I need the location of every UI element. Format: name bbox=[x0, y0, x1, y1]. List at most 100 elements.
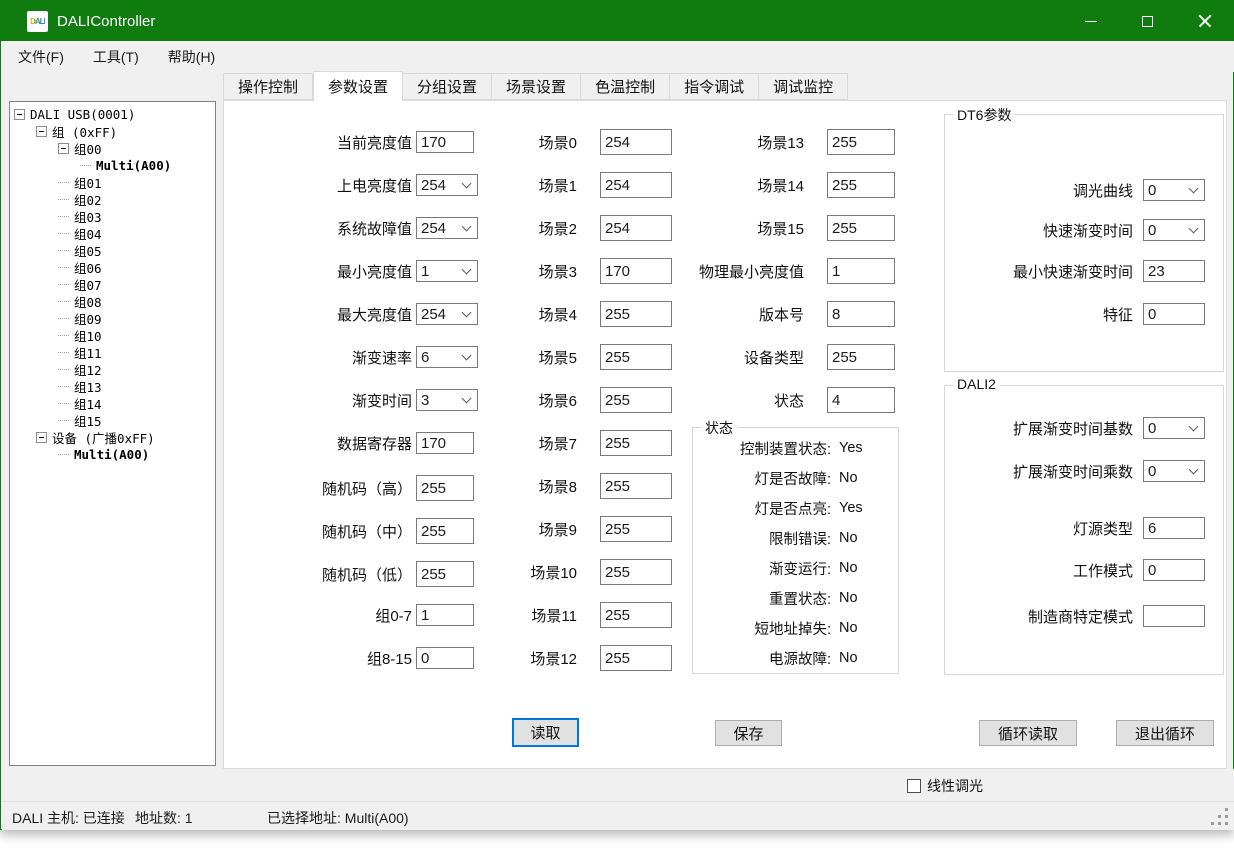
scene-11-input[interactable] bbox=[600, 602, 672, 628]
tree-connector bbox=[58, 352, 69, 353]
tree-item-group03[interactable]: 组03 bbox=[10, 208, 215, 225]
field-label: 场景13 bbox=[624, 132, 804, 153]
field-label: 场景1 bbox=[447, 175, 577, 196]
tree-item-group13[interactable]: 组13 bbox=[10, 378, 215, 395]
field-label: 版本号 bbox=[624, 304, 804, 325]
tree-connector bbox=[58, 233, 69, 234]
tree-item-group11[interactable]: 组11 bbox=[10, 344, 215, 361]
tree-item-label: 设备 (广播0xFF) bbox=[52, 428, 155, 447]
menu-help[interactable]: 帮助(H) bbox=[155, 42, 228, 72]
collapse-icon[interactable] bbox=[36, 126, 47, 137]
extended-fade-time-base-select[interactable]: 0 bbox=[1143, 417, 1205, 439]
tab-parameter-settings[interactable]: 参数设置 bbox=[313, 71, 403, 101]
scene-12-input[interactable] bbox=[600, 645, 672, 671]
field-label: 扩展渐变时间乘数 bbox=[945, 461, 1133, 482]
dali2-groupbox-title: DALI2 bbox=[953, 376, 1000, 392]
extended-fade-time-multiplier-select[interactable]: 0 bbox=[1143, 460, 1205, 482]
tree-item-group07[interactable]: 组07 bbox=[10, 276, 215, 293]
tree-item-group12[interactable]: 组12 bbox=[10, 361, 215, 378]
titlebar: DALI DALIController bbox=[1, 1, 1233, 41]
scene-15-input[interactable] bbox=[827, 215, 895, 241]
fade-running-value: No bbox=[839, 560, 858, 576]
scene-7-input[interactable] bbox=[600, 430, 672, 456]
tree-item-device-broadcast[interactable]: 设备 (广播0xFF) bbox=[10, 429, 215, 446]
scene-8-input[interactable] bbox=[600, 473, 672, 499]
features-input[interactable] bbox=[1143, 303, 1205, 325]
close-button[interactable] bbox=[1176, 1, 1233, 41]
tree-item-group08[interactable]: 组08 bbox=[10, 293, 215, 310]
maximize-button[interactable] bbox=[1119, 1, 1176, 41]
collapse-icon[interactable] bbox=[14, 109, 25, 120]
field-label: 当前亮度值 bbox=[224, 132, 412, 153]
light-source-type-input[interactable] bbox=[1143, 517, 1205, 539]
resize-grip[interactable] bbox=[1225, 822, 1228, 825]
scene-13-input[interactable] bbox=[827, 129, 895, 155]
field-label: 场景7 bbox=[447, 433, 577, 454]
version-input[interactable] bbox=[827, 301, 895, 327]
status-label: 重置状态: bbox=[693, 588, 831, 609]
tree-item-group09[interactable]: 组09 bbox=[10, 310, 215, 327]
menu-tools[interactable]: 工具(T) bbox=[80, 42, 152, 72]
collapse-icon[interactable] bbox=[36, 432, 47, 443]
minimize-button[interactable] bbox=[1062, 1, 1119, 41]
tab-command-debug[interactable]: 指令调试 bbox=[670, 73, 759, 100]
exit-loop-button[interactable]: 退出循环 bbox=[1116, 720, 1214, 746]
field-label: 场景4 bbox=[447, 304, 577, 325]
physical-min-level-input[interactable] bbox=[827, 258, 895, 284]
tree-item-group14[interactable]: 组14 bbox=[10, 395, 215, 412]
status-input[interactable] bbox=[827, 387, 895, 413]
field-label: 场景10 bbox=[447, 562, 577, 583]
read-button[interactable]: 读取 bbox=[512, 718, 579, 747]
tree-item-group06[interactable]: 组06 bbox=[10, 259, 215, 276]
tree-item-group04[interactable]: 组04 bbox=[10, 225, 215, 242]
minimize-icon bbox=[1085, 21, 1097, 22]
min-fast-fade-time-input[interactable] bbox=[1143, 260, 1205, 282]
field-label: 场景8 bbox=[447, 476, 577, 497]
tree-item-multi-a00[interactable]: Multi(A00) bbox=[10, 157, 215, 174]
tree-item-multi-a00-2[interactable]: Multi(A00) bbox=[10, 446, 215, 463]
tree-item-group02[interactable]: 组02 bbox=[10, 191, 215, 208]
operating-mode-input[interactable] bbox=[1143, 559, 1205, 581]
tree-item-group15[interactable]: 组15 bbox=[10, 412, 215, 429]
tree-item-group-root[interactable]: 组 (0xFF) bbox=[10, 123, 215, 140]
dimming-curve-select[interactable]: 0 bbox=[1143, 179, 1205, 201]
manufacturer-mode-input[interactable] bbox=[1143, 605, 1205, 627]
status-label: 控制装置状态: bbox=[693, 438, 831, 459]
scene-9-input[interactable] bbox=[600, 516, 672, 542]
field-label: 渐变速率 bbox=[224, 347, 412, 368]
save-button[interactable]: 保存 bbox=[715, 720, 782, 746]
app-icon: DALI bbox=[27, 11, 48, 32]
close-icon bbox=[1198, 14, 1212, 28]
lamp-on-value: Yes bbox=[839, 500, 863, 516]
window-title: DALIController bbox=[57, 13, 155, 30]
collapse-icon[interactable] bbox=[58, 143, 69, 154]
tree-item-group00[interactable]: 组00 bbox=[10, 140, 215, 157]
status-label: 灯是否点亮: bbox=[693, 498, 831, 519]
field-label: 渐变时间 bbox=[224, 390, 412, 411]
tab-debug-monitor[interactable]: 调试监控 bbox=[759, 73, 848, 100]
selected-address-text: 已选择地址: Multi(A00) bbox=[267, 808, 409, 828]
fast-fade-time-select[interactable]: 0 bbox=[1143, 219, 1205, 241]
scene-14-input[interactable] bbox=[827, 172, 895, 198]
scene-10-input[interactable] bbox=[600, 559, 672, 585]
linear-dimming-checkbox[interactable] bbox=[907, 779, 921, 793]
tree-item-group01[interactable]: 组01 bbox=[10, 174, 215, 191]
field-label: 场景15 bbox=[624, 218, 804, 239]
linear-dimming-label: 线性调光 bbox=[927, 776, 983, 796]
tab-color-temp-control[interactable]: 色温控制 bbox=[581, 73, 670, 100]
tabstrip: 操作控制 参数设置 分组设置 场景设置 色温控制 指令调试 调试监控 bbox=[223, 73, 848, 101]
loop-read-button[interactable]: 循环读取 bbox=[979, 720, 1077, 746]
linear-dimming-option[interactable]: 线性调光 bbox=[907, 776, 983, 796]
tab-operation-control[interactable]: 操作控制 bbox=[223, 73, 313, 100]
device-type-input[interactable] bbox=[827, 344, 895, 370]
field-label: 最大亮度值 bbox=[224, 304, 412, 325]
tree-item-group10[interactable]: 组10 bbox=[10, 327, 215, 344]
tab-grouping-settings[interactable]: 分组设置 bbox=[403, 73, 492, 100]
menu-file[interactable]: 文件(F) bbox=[5, 42, 77, 72]
tree-item-dali-usb[interactable]: DALI USB(0001) bbox=[10, 106, 215, 123]
footer-strip: 线性调光 bbox=[2, 769, 1234, 801]
status-label: 电源故障: bbox=[693, 648, 831, 669]
field-label: 随机码（低） bbox=[224, 564, 412, 585]
tree-item-group05[interactable]: 组05 bbox=[10, 242, 215, 259]
tab-scene-settings[interactable]: 场景设置 bbox=[492, 73, 581, 100]
